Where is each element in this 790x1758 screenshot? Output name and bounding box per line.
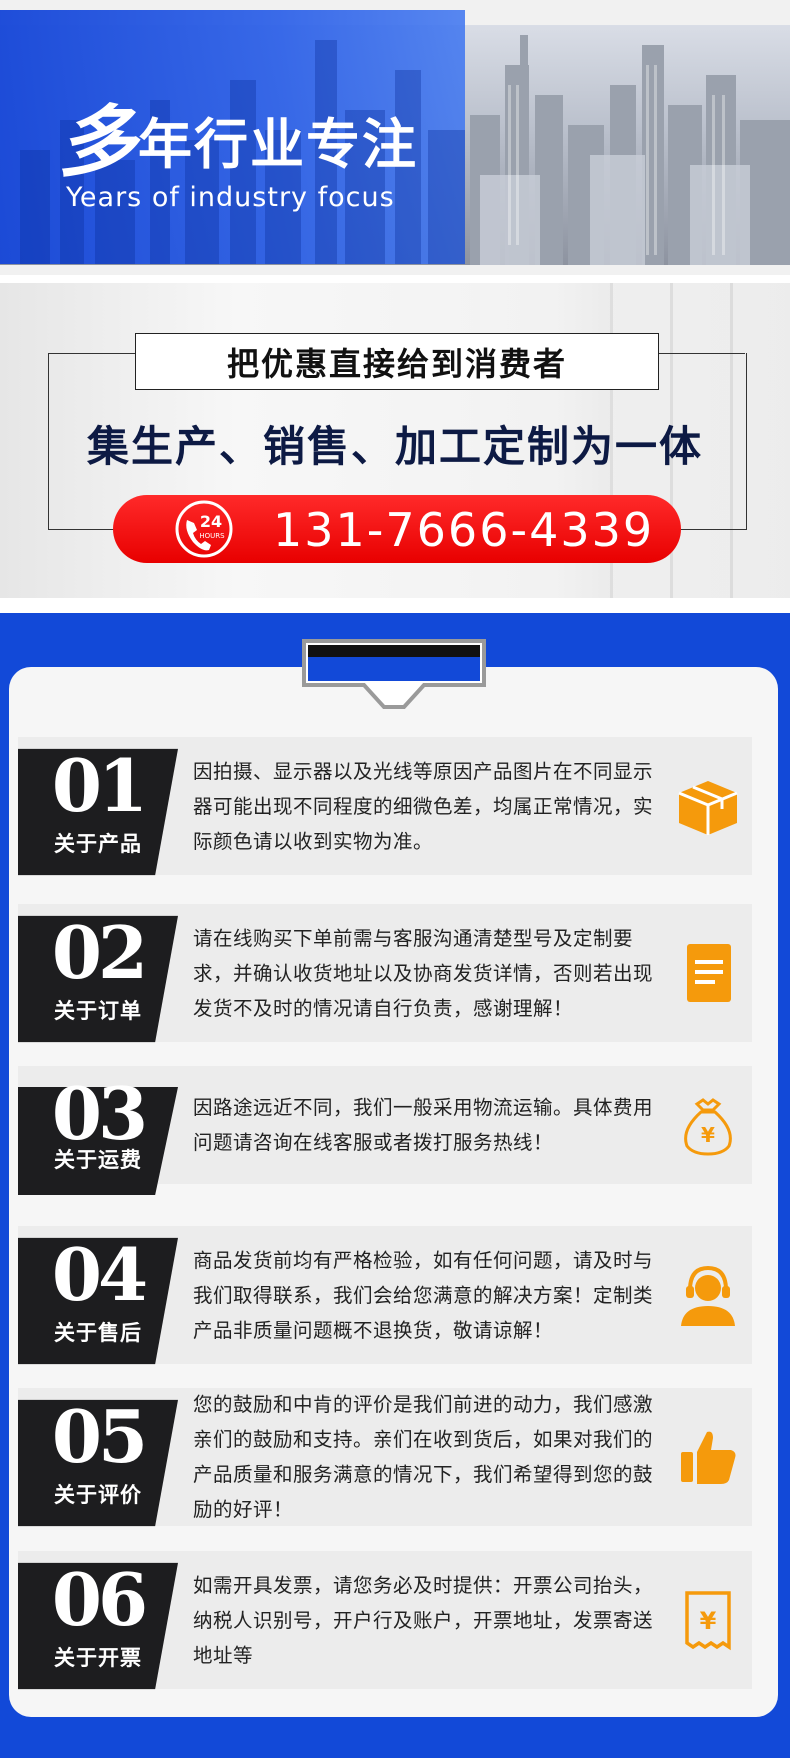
promo-frame-top-right [657,353,745,354]
notice-item: 04 关于售后 商品发货前均有严格检验，如有任何问题，请及时与我们取得联系，我们会给… [18,1226,752,1365]
notice-text-content: 商品发货前均有严格检验，如有任何问题，请及时与我们取得联系，我们会给您满意的解决… [193,1248,654,1342]
phone-24h-icon: 24 HOURS [175,500,233,558]
svg-text:¥: ¥ [701,1123,715,1147]
notice-item: 01 关于产品 因拍摄、显示器以及光线等原因产品图片在不同显示器可能出现不同程度的细… [18,737,752,876]
box-icon [673,771,743,841]
notice-text: 您的鼓励和中肯的评价是我们前进的动力，我们感激亲们的鼓励和支持。亲们在收到货后，… [193,1388,663,1526]
hotline-badge: 24 [200,512,222,531]
banner-title-rest: 年行业专注 [138,113,419,176]
document-icon [673,938,743,1008]
notice-label: 关于开票 [54,1646,142,1671]
notice-text: 请在线购买下单前需与客服沟通清楚型号及定制要求，并确认收货地址以及协商发货详情，… [193,904,663,1042]
money-bag-icon: ¥ [673,1090,743,1160]
notice-number: 05 [51,1393,148,1479]
promo-frame-top-left [48,353,135,354]
banner-subtitle: Years of industry focus [66,182,395,213]
notice-label: 关于产品 [54,832,142,857]
phone-number: 131-7666-4339 [273,503,655,557]
notice-label: 关于运费 [54,1147,142,1172]
notice-item: 02 关于订单 请在线购买下单前需与客服沟通清楚型号及定制要求，并确认收货地址以及协… [18,904,752,1043]
notice-text-content: 如需开具发票，请您务必及时提供：开票公司抬头，纳税人识别号，开户行及账户，开票地… [193,1573,654,1667]
notice-text-content: 您的鼓励和中肯的评价是我们前进的动力，我们感激亲们的鼓励和支持。亲们在收到货后，… [193,1393,654,1521]
notice-item: 05 关于评价 您的鼓励和中肯的评价是我们前进的动力，我们感激亲们的鼓励和支持。亲们… [18,1388,752,1527]
notice-text-content: 因拍摄、显示器以及光线等原因产品图片在不同显示器可能出现不同程度的细微色差，均属… [193,759,654,853]
notice-number: 06 [51,1556,148,1642]
top-banner: 多年行业专注 Years of industry focus [0,0,790,275]
notice-number: 01 [51,742,148,828]
svg-text:¥: ¥ [700,1607,717,1635]
notice-number: 04 [51,1231,148,1317]
notice-text: 因路途远近不同，我们一般采用物流运输。具体费用问题请咨询在线客服或者拨打服务热线… [193,1066,663,1184]
banner-title-big: 多 [58,98,139,188]
notice-label: 关于评价 [54,1483,142,1508]
hotline-badge-sub: HOURS [199,532,225,540]
thumbs-up-icon [673,1422,743,1492]
notice-section: 01 关于产品 因拍摄、显示器以及光线等原因产品图片在不同显示器可能出现不同程度的细… [0,613,790,1758]
invoice-icon: ¥ [673,1585,743,1655]
notice-label: 关于售后 [54,1321,142,1346]
notice-item: 03 关于运费 因路途远近不同，我们一般采用物流运输。具体费用问题请咨询在线客服或者… [18,1066,752,1195]
notice-item: 06 关于开票 如需开具发票，请您务必及时提供：开票公司抬头，纳税人识别号，开户行及… [18,1551,752,1690]
promo-headline: 把优惠直接给到消费者 [135,333,659,390]
notice-text: 如需开具发票，请您务必及时提供：开票公司抬头，纳税人识别号，开户行及账户，开票地… [193,1551,663,1689]
notice-number: 02 [51,909,148,995]
banner-title: 多年行业专注 [58,80,418,192]
notice-text-content: 请在线购买下单前需与客服沟通清楚型号及定制要求，并确认收货地址以及协商发货详情，… [193,926,654,1020]
notice-text: 商品发货前均有严格检验，如有任何问题，请及时与我们取得联系，我们会给您满意的解决… [193,1226,663,1364]
customer-service-icon [673,1260,743,1330]
notice-text: 因拍摄、显示器以及光线等原因产品图片在不同显示器可能出现不同程度的细微色差，均属… [193,737,663,875]
notice-label: 关于订单 [54,999,142,1024]
banner-blue-panel: 多年行业专注 Years of industry focus [0,10,465,264]
notice-text-content: 因路途远近不同，我们一般采用物流运输。具体费用问题请咨询在线客服或者拨打服务热线… [193,1096,654,1154]
hotline-button[interactable]: 24 HOURS 131-7666-4339 [113,495,681,563]
promo-section: 把优惠直接给到消费者 集生产、销售、加工定制为一体 24 HOURS 131-7… [0,283,790,598]
clipboard-clip-icon [302,639,486,709]
promo-slogan: 集生产、销售、加工定制为一体 [86,422,703,471]
